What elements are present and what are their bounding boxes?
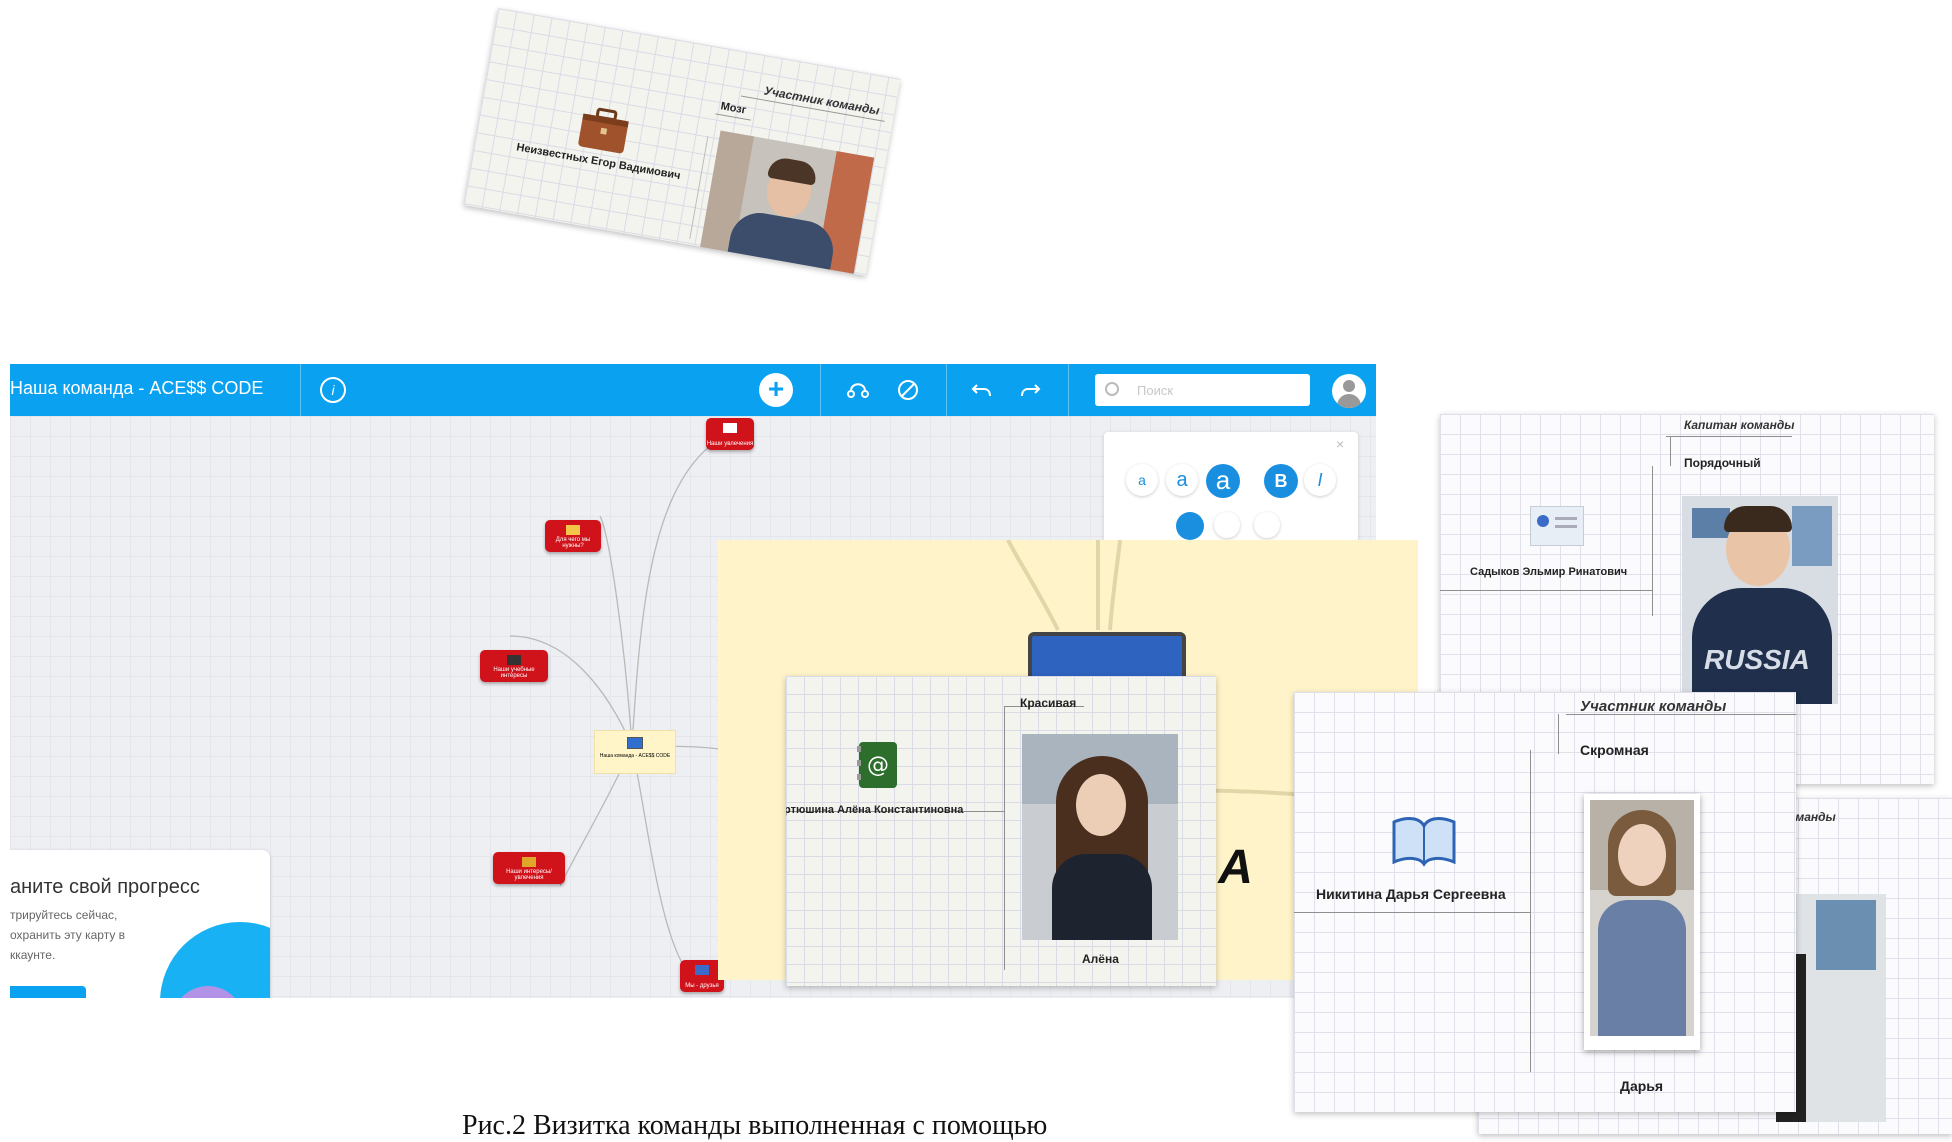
bold-button[interactable]: B — [1264, 464, 1298, 498]
node-hobbies[interactable]: Наши увлечения — [706, 418, 754, 450]
photo-frame — [1584, 794, 1700, 1050]
node-study-interests[interactable]: Наши учебные интересы — [480, 650, 548, 682]
info-icon[interactable]: i — [320, 377, 346, 403]
close-icon[interactable]: × — [1336, 436, 1344, 452]
connect-icon[interactable] — [844, 376, 872, 404]
role-label: Участник команды — [1580, 698, 1727, 715]
role-label: Капитан команды — [1684, 418, 1795, 432]
shirt-print: RUSSIA — [1704, 644, 1810, 675]
search-box[interactable]: Поиск — [1095, 374, 1310, 406]
trait-label: Красивая — [1020, 696, 1077, 710]
briefcase-icon — [575, 104, 632, 156]
member-photo — [1590, 800, 1694, 1036]
trait-label: Скромная — [1580, 742, 1649, 758]
promo-text-1: трируйтесь сейчас, — [10, 908, 118, 922]
caption-label: Алёна — [1082, 952, 1119, 966]
address-book-icon: @ — [856, 740, 900, 790]
redo-icon[interactable] — [1016, 376, 1044, 404]
node-why-needed[interactable]: Для чего мы нужны? — [545, 520, 601, 552]
center-node[interactable]: Наша команда - ACE$$ CODE — [594, 730, 676, 774]
promo-text-2: охранить эту карту в — [10, 928, 126, 942]
font-size-medium[interactable]: a — [1166, 464, 1198, 496]
team-card-alena: Красивая @ ртюшина Алёна Константиновна … — [786, 676, 1216, 986]
member-photo — [694, 130, 875, 276]
member-photo: RUSSIA — [1682, 496, 1838, 704]
contact-card-icon — [1530, 506, 1584, 546]
shape-icon[interactable] — [1254, 512, 1280, 538]
save-progress-panel: аните свой прогресс трируйтесь сейчас, о… — [10, 850, 270, 998]
member-name: Никитина Дарья Сергеевна — [1316, 886, 1506, 902]
trait-label: Порядочный — [1684, 456, 1761, 470]
member-name: ртюшина Алёна Константиновна — [786, 804, 964, 816]
member-name: Садыков Эльмир Ринатович — [1470, 566, 1628, 578]
monitor-icon — [627, 737, 643, 749]
member-photo — [1022, 734, 1178, 940]
team-card-egor: Участник команды Мозг Неизвестных Егор В… — [463, 8, 901, 276]
add-node-button[interactable]: + — [759, 373, 793, 407]
text-color-icon[interactable] — [1176, 512, 1204, 540]
search-placeholder: Поиск — [1137, 383, 1174, 398]
book-icon — [1390, 812, 1458, 868]
italic-button[interactable]: I — [1304, 464, 1336, 496]
figure-caption: Рис.2 Визитка команды выполненная с помо… — [462, 1110, 1048, 1141]
toolbar: Наша команда - ACE$$ CODE i + Поиск — [10, 364, 1376, 416]
user-avatar[interactable] — [1332, 374, 1366, 408]
layout-icon[interactable] — [1214, 512, 1240, 538]
node-interests[interactable]: Наши интересы/увлечения — [493, 852, 565, 884]
team-card-darya: Участник команды Скромная Никитина Дарья… — [1294, 692, 1796, 1112]
role-label: Участник команды — [762, 83, 881, 118]
promo-text-3: ккаунте. — [10, 948, 56, 962]
font-size-small[interactable]: a — [1126, 464, 1158, 496]
map-title[interactable]: Наша команда - ACE$$ CODE — [10, 378, 263, 399]
format-panel: × a a a B I — [1104, 432, 1358, 542]
disable-icon[interactable] — [894, 376, 922, 404]
font-size-large[interactable]: a — [1206, 464, 1240, 498]
search-icon — [1105, 382, 1119, 396]
undo-icon[interactable] — [968, 376, 996, 404]
svg-text:@: @ — [867, 753, 889, 778]
caption-label: Дарья — [1620, 1078, 1664, 1094]
register-button[interactable]: трация — [10, 986, 86, 998]
promo-title: аните свой прогресс — [10, 876, 200, 898]
